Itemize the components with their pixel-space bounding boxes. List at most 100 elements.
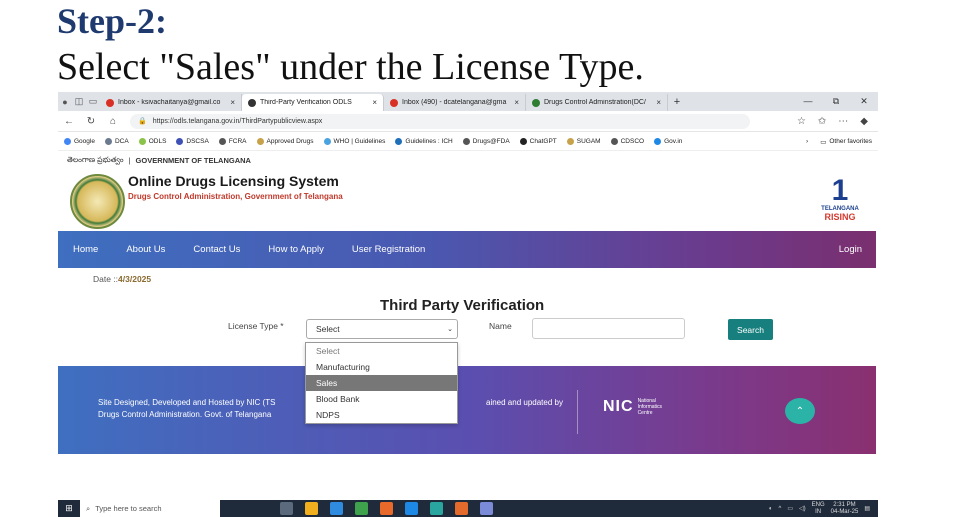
scroll-top-button[interactable]: ⌃ — [785, 398, 815, 424]
edge-icon[interactable] — [330, 502, 343, 515]
telangana-emblem — [70, 174, 125, 229]
site-subtitle: Drugs Control Administration, Government… — [128, 192, 343, 201]
nav-contact-us[interactable]: Contact Us — [179, 244, 254, 255]
app-icon[interactable] — [430, 502, 443, 515]
profile-icon[interactable]: ● — [58, 92, 72, 111]
firefox-icon[interactable] — [380, 502, 393, 515]
notification-icon[interactable]: ▤ — [864, 505, 870, 512]
restore-icon[interactable]: ⧉ — [822, 96, 850, 107]
windows-taskbar: ⊞ ⌕ Type here to search ◐ ^ ▭ ◁) ENG IN 2… — [58, 500, 878, 517]
license-type-select[interactable]: Select ⌄ — [306, 319, 458, 339]
bookmark-odls[interactable]: ODLS — [138, 138, 166, 145]
app-icon[interactable] — [455, 502, 468, 515]
option-blood-bank[interactable]: Blood Bank — [306, 391, 457, 407]
browser-screenshot: ● ◫ ▭ Inbox - ksivachaitanya@gmail.co × … — [58, 92, 878, 517]
tab-dca[interactable]: Drugs Control Adminstration(DC/ × — [526, 94, 668, 111]
tab-bar: ● ◫ ▭ Inbox - ksivachaitanya@gmail.co × … — [58, 92, 878, 111]
task-view-icon[interactable] — [280, 502, 293, 515]
bookmark-dca[interactable]: DCA — [104, 138, 129, 145]
bookmark-sugam[interactable]: SUGAM — [566, 138, 601, 145]
bookmark-ich[interactable]: Guidelines : ICH — [395, 138, 453, 145]
bookmark-fda[interactable]: Drugs@FDA — [462, 138, 510, 145]
more-icon[interactable]: ⋯ — [838, 116, 848, 127]
close-icon[interactable]: × — [656, 98, 661, 107]
close-icon[interactable]: × — [514, 98, 519, 107]
clock[interactable]: 2:31 PM 04-Mar-25 — [831, 502, 859, 516]
page-title: Third Party Verification — [380, 297, 545, 314]
volume-icon[interactable]: ◁) — [799, 505, 806, 512]
address-bar: ← ↻ ⌂ 🔒 https://odls.telangana.gov.in/Th… — [58, 111, 878, 132]
site-icon — [532, 98, 540, 107]
language-indicator[interactable]: ENG IN — [812, 502, 825, 516]
license-type-label: License Type * — [228, 321, 284, 331]
chevron-up-icon: ⌃ — [795, 405, 805, 417]
nav-home[interactable]: Home — [58, 244, 112, 255]
window-controls: — ⧉ ✕ — [794, 96, 878, 107]
option-sales[interactable]: Sales — [306, 375, 457, 391]
tab-gmail-2[interactable]: Inbox (490) - dcatelangana@gma × — [384, 94, 526, 111]
close-icon[interactable]: × — [230, 98, 235, 107]
close-window-icon[interactable]: ✕ — [850, 96, 878, 107]
bookmark-approved-drugs[interactable]: Approved Drugs — [256, 138, 314, 145]
refresh-icon[interactable]: ↻ — [80, 116, 102, 127]
close-icon[interactable]: × — [372, 98, 377, 107]
option-select[interactable]: Select — [306, 343, 457, 359]
weather-icon[interactable]: ◐ — [769, 506, 773, 512]
date-display: Date ::4/3/2025 — [93, 274, 152, 284]
app-icon[interactable] — [405, 502, 418, 515]
bookmark-govin[interactable]: Gov.in — [654, 138, 682, 145]
url-field[interactable]: 🔒 https://odls.telangana.gov.in/ThirdPar… — [130, 113, 750, 129]
nav-user-registration[interactable]: User Registration — [338, 244, 439, 255]
new-tab-button[interactable]: + — [668, 96, 686, 108]
favorites-icon[interactable]: ✩ — [818, 116, 826, 127]
tab-actions-icon[interactable]: ▭ — [86, 92, 100, 111]
license-type-dropdown: Select Manufacturing Sales Blood Bank ND… — [305, 342, 458, 424]
step-instruction: Select "Sales" under the License Type. — [57, 46, 644, 88]
favorite-star-icon[interactable]: ☆ — [797, 116, 806, 127]
gmail-icon — [390, 98, 398, 107]
chevron-down-icon: ⌄ — [447, 326, 453, 333]
nic-logo: NIC National Informatics Centre — [603, 398, 663, 416]
divider — [577, 390, 578, 434]
option-ndps[interactable]: NDPS — [306, 407, 457, 423]
bookmarks-bar: Google DCA ODLS DSCSA FCRA Approved Drug… — [58, 133, 878, 151]
folder-icon: ▭ — [820, 138, 827, 146]
lock-icon: 🔒 — [138, 118, 147, 125]
bookmark-fcra[interactable]: FCRA — [218, 138, 247, 145]
bookmark-google[interactable]: Google — [64, 138, 95, 145]
bookmark-cdsco[interactable]: CDSCO — [610, 138, 644, 145]
file-explorer-icon[interactable] — [305, 502, 318, 515]
bookmark-who[interactable]: WHO | Guidelines — [323, 138, 385, 145]
nav-login[interactable]: Login — [839, 244, 876, 255]
site-icon — [248, 98, 256, 107]
windows-start-icon[interactable]: ⊞ — [58, 503, 80, 514]
gov-line: తెలంగాణ ప్రభుత్వం | GOVERNMENT OF TELANG… — [67, 155, 251, 165]
minimize-icon[interactable]: — — [794, 96, 822, 107]
taskbar-search[interactable]: ⌕ Type here to search — [80, 500, 220, 517]
chevron-up-icon[interactable]: ^ — [779, 506, 782, 512]
chevron-right-icon[interactable]: › — [806, 138, 808, 146]
workspaces-icon[interactable]: ◫ — [72, 92, 86, 111]
tab-third-party-verification[interactable]: Third-Party Verification ODLS × — [242, 94, 384, 111]
app-icon[interactable] — [480, 502, 493, 515]
home-icon[interactable]: ⌂ — [102, 116, 124, 127]
back-icon[interactable]: ← — [58, 116, 80, 127]
app-icon[interactable] — [355, 502, 368, 515]
search-icon: ⌕ — [86, 503, 91, 513]
tab-gmail-1[interactable]: Inbox - ksivachaitanya@gmail.co × — [100, 94, 242, 111]
network-icon[interactable]: ▭ — [787, 505, 793, 512]
search-button[interactable]: Search — [728, 319, 773, 340]
bookmark-chatgpt[interactable]: ChatGPT — [519, 138, 557, 145]
main-nav: Home About Us Contact Us How to Apply Us… — [58, 231, 876, 268]
name-input[interactable] — [532, 318, 685, 339]
bookmark-dscsa[interactable]: DSCSA — [176, 138, 209, 145]
option-manufacturing[interactable]: Manufacturing — [306, 359, 457, 375]
nav-about-us[interactable]: About Us — [112, 244, 179, 255]
site-footer: Site Designed, Developed and Hosted by N… — [58, 366, 876, 454]
system-tray: ◐ ^ ▭ ◁) ENG IN 2:31 PM 04-Mar-25 ▤ — [769, 502, 878, 516]
copilot-icon[interactable]: ◆ — [860, 116, 868, 127]
taskbar-apps — [280, 502, 493, 515]
step-title: Step-2: — [57, 1, 167, 41]
nav-how-to-apply[interactable]: How to Apply — [254, 244, 337, 255]
other-favorites[interactable]: ▭ Other favorites — [820, 138, 872, 146]
